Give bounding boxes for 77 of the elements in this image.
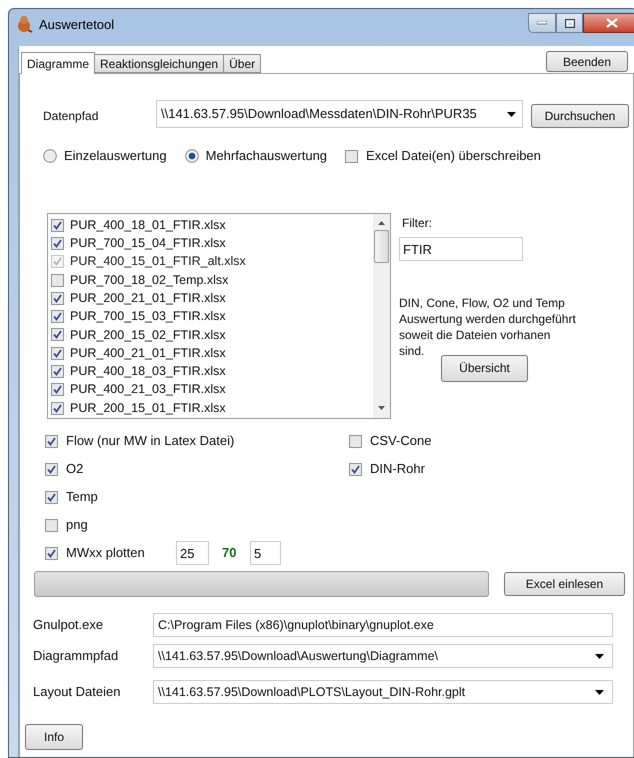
field-label: Diagrammpfad	[33, 647, 120, 666]
checkbox[interactable]	[45, 462, 58, 476]
file-name: PUR_700_15_03_FTIR.xlsx	[70, 308, 226, 326]
checkbox[interactable]	[51, 328, 64, 342]
checkbox-label: png	[66, 516, 88, 534]
checkbox[interactable]	[51, 310, 64, 324]
path-dropdown[interactable]: \\141.63.57.95\Download\Auswertung\Diagramme\	[153, 644, 613, 668]
checkbox[interactable]	[45, 434, 58, 448]
browse-button[interactable]: Durchsuchen	[531, 104, 629, 128]
tab[interactable]: Über	[223, 54, 262, 73]
file-name: PUR_400_21_03_FTIR.xlsx	[70, 381, 226, 398]
radio-label: Einzelauswertung	[64, 147, 167, 166]
scrollbar[interactable]	[373, 214, 390, 418]
checkbox[interactable]	[45, 518, 58, 532]
checkbox[interactable]	[45, 490, 58, 504]
checkbox[interactable]	[45, 546, 58, 560]
filter-field[interactable]: FTIR	[399, 237, 523, 261]
radio-button[interactable]	[184, 149, 199, 163]
maximize-icon	[564, 18, 574, 28]
checkbox-label: Temp	[66, 488, 98, 506]
close-button[interactable]	[583, 13, 634, 33]
file-name: PUR_200_21_01_FTIR.xlsx	[70, 290, 226, 307]
checkbox[interactable]	[51, 365, 64, 378]
mid-value: 70	[222, 544, 238, 562]
field-label: Gnulpot.exe	[33, 616, 104, 634]
minimize-icon	[537, 21, 547, 25]
checkbox[interactable]	[51, 274, 64, 287]
scroll-up-icon[interactable]	[378, 221, 385, 225]
field-label: Layout Dateien	[33, 683, 122, 702]
scroll-thumb[interactable]	[374, 230, 389, 263]
checkbox[interactable]	[349, 462, 362, 476]
file-name: PUR_700_15_04_FTIR.xlsx	[70, 235, 226, 252]
file-name: PUR_200_15_01_FTIR.xlsx	[70, 400, 226, 417]
quit-button[interactable]: Beenden	[546, 51, 628, 72]
overview-button[interactable]: Übersicht	[441, 354, 528, 382]
checkbox[interactable]	[51, 383, 64, 396]
file-name: PUR_400_21_01_FTIR.xlsx	[70, 344, 226, 362]
path-dropdown[interactable]: \\141.63.57.95\Download\PLOTS\Layout_DIN-Rohr.gplt	[153, 680, 613, 704]
path-field[interactable]: C:\Program Files (x86)\gnuplot\binary\gnuplot.exe	[153, 613, 613, 637]
file-name: PUR_400_18_01_FTIR.xlsx	[70, 216, 226, 234]
file-name: PUR_200_15_02_FTIR.xlsx	[70, 326, 226, 344]
checkbox[interactable]	[51, 402, 64, 415]
checkbox[interactable]	[345, 150, 358, 162]
checkbox[interactable]	[51, 218, 64, 232]
field-label: Datenpfad	[43, 108, 100, 125]
read-excel-button[interactable]: Excel einlesen	[504, 572, 625, 596]
dropdown-arrow-icon	[507, 112, 516, 116]
checkbox-label: CSV-Cone	[370, 432, 432, 450]
number-field[interactable]: 25	[176, 541, 209, 565]
checkbox-label: Flow (nur MW in Latex Datei)	[66, 432, 234, 450]
dropdown-arrow-icon	[595, 690, 604, 694]
data-path-dropdown[interactable]: \\141.63.57.95\Download\Messdaten\DIN-Rohr\PUR35	[156, 100, 523, 128]
app-icon	[15, 15, 33, 33]
info-button[interactable]: Info	[25, 724, 83, 750]
checkbox[interactable]	[51, 292, 64, 305]
checkbox-label: Excel Datei(en) überschreiben	[366, 147, 541, 166]
checkbox-label: DIN-Rohr	[370, 460, 425, 478]
checkbox[interactable]	[51, 346, 64, 360]
file-name: PUR_400_18_03_FTIR.xlsx	[70, 363, 226, 380]
checkbox-label: MWxx plotten	[66, 544, 146, 562]
minimize-button[interactable]	[528, 13, 556, 33]
radio-label: Mehrfachauswertung	[206, 147, 328, 166]
window-title: Auswertetool	[39, 16, 114, 34]
maximize-button[interactable]	[556, 13, 583, 33]
tab[interactable]: Reaktionsgleichungen	[94, 54, 224, 73]
dropdown-arrow-icon	[595, 654, 604, 658]
file-name: PUR_700_18_02_Temp.xlsx	[70, 272, 228, 289]
scroll-down-icon[interactable]	[378, 406, 385, 410]
checkbox-label: O2	[66, 460, 84, 478]
radio-button[interactable]	[43, 149, 57, 163]
number-field[interactable]: 5	[250, 541, 281, 565]
close-icon	[606, 18, 618, 28]
checkbox[interactable]	[349, 434, 362, 448]
checkbox[interactable]	[51, 236, 64, 250]
file-name: PUR_400_15_01_FTIR_alt.xlsx	[70, 253, 246, 270]
filter-label: Filter:	[402, 215, 433, 232]
tab[interactable]: Diagramme	[21, 52, 96, 74]
